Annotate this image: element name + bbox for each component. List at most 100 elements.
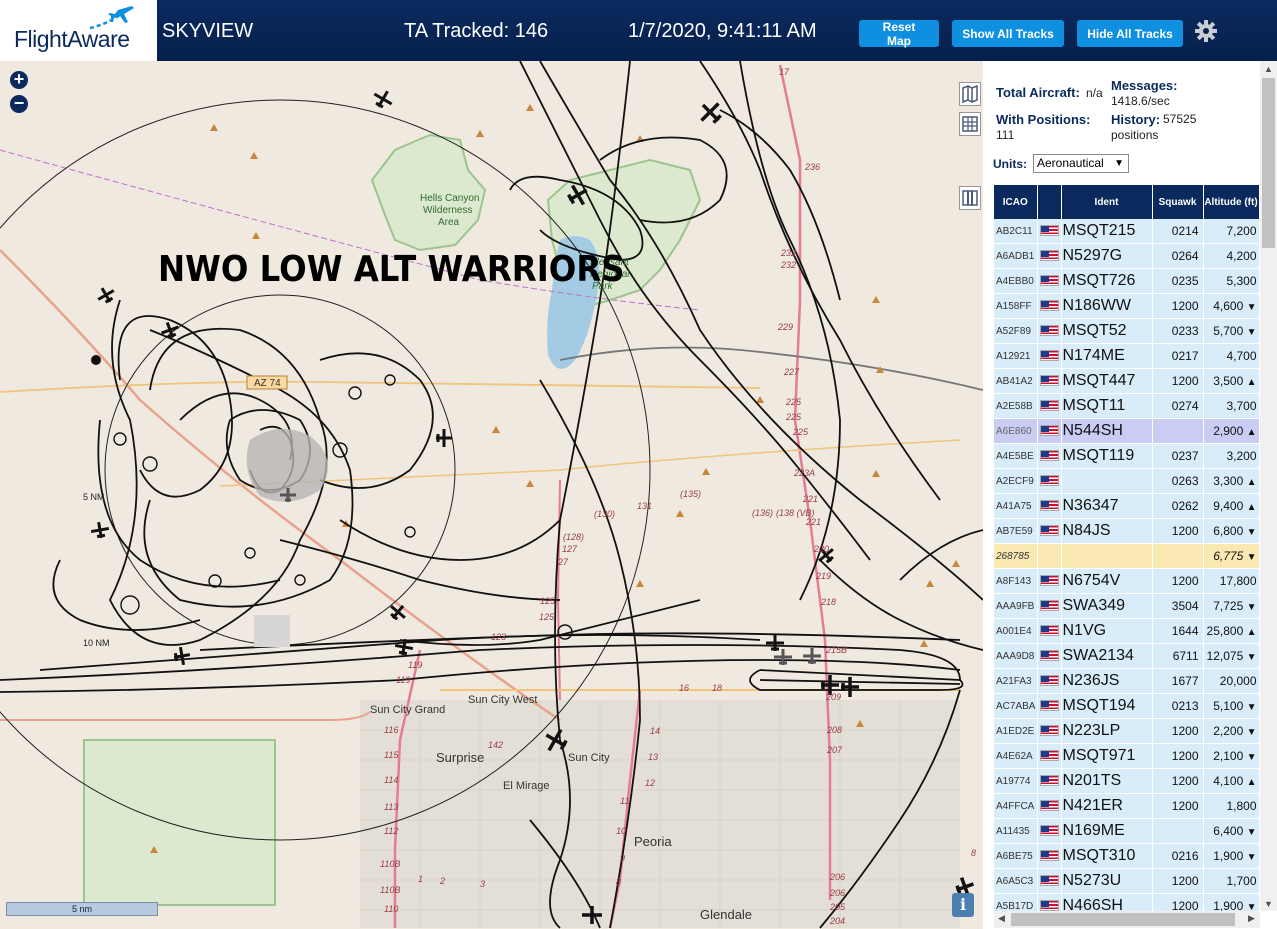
cell-altitude: 4,200	[1203, 243, 1260, 269]
col-header-ident[interactable]: Ident	[1061, 185, 1153, 219]
scroll-left-icon[interactable]: ◀	[998, 913, 1005, 924]
table-row[interactable]: AAA9D8 SWA2134 6711 12,075 ▼	[994, 643, 1260, 669]
cell-icao: AB41A2	[994, 368, 1038, 394]
table-row[interactable]: A158FF N186WW 1200 4,600 ▼	[994, 293, 1260, 319]
table-row[interactable]: A12921 N174ME 0217 4,700	[994, 343, 1260, 369]
svg-text:3: 3	[480, 879, 485, 889]
table-row[interactable]: A6E860 N544SH 2,900 ▲	[994, 418, 1260, 444]
altitude-trend-icon: ▼	[1246, 527, 1257, 538]
cell-altitude: 9,400 ▲	[1203, 493, 1260, 519]
table-row[interactable]: A6ADB1 N5297G 0264 4,200	[994, 243, 1260, 269]
cell-ident: MSQT11	[1061, 393, 1153, 419]
table-row[interactable]: A6BE75 MSQT310 0216 1,900 ▼	[994, 843, 1260, 869]
table-row[interactable]: A2E58B MSQT11 0274 3,700	[994, 393, 1260, 419]
scroll-right-icon[interactable]: ▶	[1248, 913, 1255, 924]
horizontal-scroll-thumb[interactable]	[1011, 913, 1235, 926]
cell-icao: A52F89	[994, 318, 1038, 344]
label-sun-city: Sun City	[568, 752, 610, 764]
columns-toggle-button[interactable]	[959, 186, 981, 210]
us-flag-icon	[1039, 700, 1059, 712]
table-row[interactable]: A8F143 N6754V 1200 17,800	[994, 568, 1260, 594]
table-row[interactable]: A4EBB0 MSQT726 0235 5,300	[994, 268, 1260, 294]
col-header-altitude[interactable]: Altitude (ft)	[1203, 185, 1260, 219]
cell-icao: A41A75	[994, 493, 1038, 519]
table-row[interactable]: 268785 6,775 ▼	[994, 543, 1260, 569]
map-layers-button[interactable]	[959, 82, 981, 106]
chevron-down-icon: ▼	[1114, 158, 1124, 169]
svg-text:236: 236	[804, 162, 820, 172]
altitude-value: 4,700	[1226, 349, 1257, 363]
cell-squawk: 1200	[1152, 768, 1204, 794]
grid-overlay-button[interactable]	[959, 112, 981, 136]
svg-text:12: 12	[645, 778, 655, 788]
table-row[interactable]: AB2C11 MSQT215 0214 7,200	[994, 219, 1260, 244]
cell-altitude: 25,800 ▲	[1203, 618, 1260, 644]
zoom-in-button[interactable]: +	[10, 70, 28, 89]
svg-text:206: 206	[829, 888, 845, 898]
units-select[interactable]: Aeronautical ▼	[1033, 154, 1129, 173]
svg-text:8: 8	[616, 877, 621, 887]
us-flag-icon	[1039, 400, 1059, 412]
cell-icao: A158FF	[994, 293, 1038, 319]
svg-text:225: 225	[785, 412, 802, 422]
cell-ident: N544SH	[1061, 418, 1153, 444]
hide-all-tracks-button[interactable]: Hide All Tracks	[1077, 20, 1183, 47]
info-button[interactable]: i	[952, 893, 974, 917]
cell-flag	[1037, 643, 1062, 669]
zoom-out-button[interactable]: −	[10, 94, 28, 113]
table-row[interactable]: AB7E59 N84JS 1200 6,800 ▼	[994, 518, 1260, 544]
reset-map-button[interactable]: Reset Map	[859, 20, 939, 48]
altitude-value: 20,000	[1219, 674, 1257, 688]
cell-ident: N84JS	[1061, 518, 1153, 544]
gear-icon[interactable]	[1194, 19, 1218, 43]
altitude-value: 5,100	[1213, 699, 1244, 713]
table-row[interactable]: A19774 N201TS 1200 4,100 ▲	[994, 768, 1260, 794]
svg-text:131: 131	[637, 501, 652, 511]
svg-text:220: 220	[813, 544, 829, 554]
table-row[interactable]: A41A75 N36347 0262 9,400 ▲	[994, 493, 1260, 519]
flightaware-logo[interactable]: FlightAware	[0, 0, 157, 61]
cell-altitude: 12,075 ▼	[1203, 643, 1260, 669]
table-row[interactable]: AB41A2 MSQT447 1200 3,500 ▲	[994, 368, 1260, 394]
table-row[interactable]: AC7ABA MSQT194 0213 5,100 ▼	[994, 693, 1260, 719]
table-row[interactable]: A4E62A MSQT971 1200 2,100 ▼	[994, 743, 1260, 769]
table-row[interactable]: A52F89 MSQT52 0233 5,700 ▼	[994, 318, 1260, 344]
vertical-scroll-thumb[interactable]	[1262, 78, 1275, 248]
show-all-tracks-button[interactable]: Show All Tracks	[952, 20, 1064, 47]
table-row[interactable]: A001E4 N1VG 1644 25,800 ▲	[994, 618, 1260, 644]
table-header-row: ICAO Ident Squawk Altitude (ft)	[994, 185, 1260, 219]
us-flag-icon	[1039, 450, 1059, 462]
cell-flag	[1037, 718, 1062, 744]
table-row[interactable]: AAA9FB SWA349 3504 7,725 ▼	[994, 593, 1260, 619]
altitude-value: 6,400	[1213, 824, 1244, 838]
altitude-trend-icon: ▲	[1246, 477, 1257, 488]
table-row[interactable]: A4E5BE MSQT119 0237 3,200	[994, 443, 1260, 469]
us-flag-icon	[1039, 500, 1059, 512]
table-row[interactable]: A21FA3 N236JS 1677 20,000	[994, 668, 1260, 694]
table-row[interactable]: A4FFCA N421ER 1200 1,800	[994, 793, 1260, 819]
svg-text:113: 113	[384, 802, 398, 812]
cell-altitude: 3,300 ▲	[1203, 468, 1260, 494]
cell-squawk: 1200	[1152, 718, 1204, 744]
col-header-squawk[interactable]: Squawk	[1152, 185, 1204, 219]
scroll-down-icon[interactable]: ▼	[1264, 899, 1273, 909]
scroll-up-icon[interactable]: ▲	[1264, 64, 1273, 74]
us-flag-icon	[1039, 225, 1059, 237]
map-canvas[interactable]: Hells Canyon Wilderness Area Pleasant Re…	[0, 61, 983, 929]
altitude-value: 3,200	[1226, 449, 1257, 463]
us-flag-icon	[1039, 425, 1059, 437]
table-row[interactable]: A6A5C3 N5273U 1200 1,700	[994, 868, 1260, 894]
col-header-icao[interactable]: ICAO	[994, 185, 1038, 219]
altitude-value: 9,400	[1213, 499, 1244, 513]
altitude-trend-icon: ▼	[1246, 327, 1257, 338]
table-row[interactable]: A2ECF9 0263 3,300 ▲	[994, 468, 1260, 494]
cell-squawk: 0213	[1152, 693, 1204, 719]
table-row[interactable]: A1ED2E N223LP 1200 2,200 ▼	[994, 718, 1260, 744]
cell-icao: AB7E59	[994, 518, 1038, 544]
svg-text:119: 119	[408, 660, 422, 670]
altitude-value: 3,700	[1226, 399, 1257, 413]
map-view[interactable]: Hells Canyon Wilderness Area Pleasant Re…	[0, 61, 983, 929]
altitude-value: 25,800	[1206, 624, 1244, 638]
table-row[interactable]: A11435 N169ME 6,400 ▼	[994, 818, 1260, 844]
col-header-flag[interactable]	[1037, 185, 1062, 219]
